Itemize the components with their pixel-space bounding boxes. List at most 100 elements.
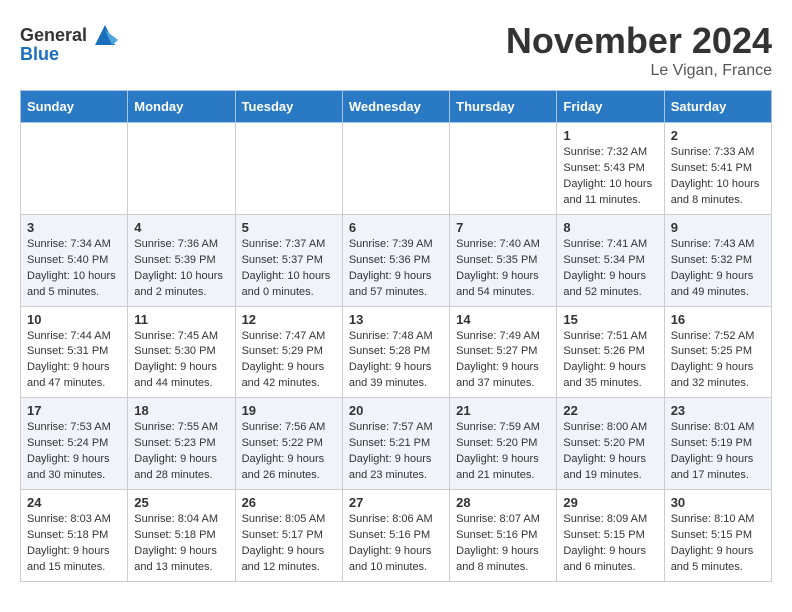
day-number: 5 bbox=[242, 220, 336, 235]
day-info: Sunrise: 7:51 AM Sunset: 5:26 PM Dayligh… bbox=[563, 329, 657, 393]
calendar-week-row: 17Sunrise: 7:53 AM Sunset: 5:24 PM Dayli… bbox=[21, 398, 772, 490]
calendar-day-cell: 25Sunrise: 8:04 AM Sunset: 5:18 PM Dayli… bbox=[128, 490, 235, 582]
calendar-day-cell: 26Sunrise: 8:05 AM Sunset: 5:17 PM Dayli… bbox=[235, 490, 342, 582]
day-number: 16 bbox=[671, 312, 765, 327]
day-info: Sunrise: 7:56 AM Sunset: 5:22 PM Dayligh… bbox=[242, 420, 336, 484]
day-number: 7 bbox=[456, 220, 550, 235]
day-info: Sunrise: 7:59 AM Sunset: 5:20 PM Dayligh… bbox=[456, 420, 550, 484]
calendar-day-cell: 15 Sunrise: 7:51 AM Sunset: 5:26 PM Dayli… bbox=[557, 306, 664, 398]
calendar-day-cell: 18 Sunrise: 7:55 AM Sunset: 5:23 PM Dayli… bbox=[128, 398, 235, 490]
calendar-day-cell: 2Sunrise: 7:33 AM Sunset: 5:41 PM Daylig… bbox=[664, 123, 771, 215]
calendar-day-cell: 12 Sunrise: 7:47 AM Sunset: 5:29 PM Dayli… bbox=[235, 306, 342, 398]
weekday-header-cell: Wednesday bbox=[342, 91, 449, 123]
day-number: 3 bbox=[27, 220, 121, 235]
day-number: 11 bbox=[134, 312, 228, 327]
day-info: Sunrise: 7:32 AM Sunset: 5:43 PM Dayligh… bbox=[563, 145, 657, 209]
day-number: 20 bbox=[349, 403, 443, 418]
calendar-day-cell: 3 Sunrise: 7:34 AM Sunset: 5:40 PM Daylig… bbox=[21, 214, 128, 306]
day-info: Sunrise: 8:01 AM Sunset: 5:19 PM Dayligh… bbox=[671, 420, 765, 484]
day-info: Sunrise: 8:06 AM Sunset: 5:16 PM Dayligh… bbox=[349, 512, 443, 576]
calendar-day-cell: 9 Sunrise: 7:43 AM Sunset: 5:32 PM Daylig… bbox=[664, 214, 771, 306]
day-number: 6 bbox=[349, 220, 443, 235]
day-number: 1 bbox=[563, 128, 657, 143]
day-number: 14 bbox=[456, 312, 550, 327]
calendar-day-cell: 8 Sunrise: 7:41 AM Sunset: 5:34 PM Daylig… bbox=[557, 214, 664, 306]
calendar-table: SundayMondayTuesdayWednesdayThursdayFrid… bbox=[20, 90, 772, 582]
day-number: 15 bbox=[563, 312, 657, 327]
day-info: Sunrise: 8:00 AM Sunset: 5:20 PM Dayligh… bbox=[563, 420, 657, 484]
calendar-week-row: 24 Sunrise: 8:03 AM Sunset: 5:18 PM Dayli… bbox=[21, 490, 772, 582]
calendar-day-cell: 13 Sunrise: 7:48 AM Sunset: 5:28 PM Dayli… bbox=[342, 306, 449, 398]
weekday-header-cell: Tuesday bbox=[235, 91, 342, 123]
calendar-day-cell: 1 Sunrise: 7:32 AM Sunset: 5:43 PM Daylig… bbox=[557, 123, 664, 215]
weekday-header-cell: Saturday bbox=[664, 91, 771, 123]
day-number: 9 bbox=[671, 220, 765, 235]
day-number: 18 bbox=[134, 403, 228, 418]
day-number: 24 bbox=[27, 495, 121, 510]
calendar-header: SundayMondayTuesdayWednesdayThursdayFrid… bbox=[21, 91, 772, 123]
weekday-header-cell: Monday bbox=[128, 91, 235, 123]
day-info: Sunrise: 7:45 AM Sunset: 5:30 PM Dayligh… bbox=[134, 329, 228, 393]
day-number: 27 bbox=[349, 495, 443, 510]
day-number: 25 bbox=[134, 495, 228, 510]
calendar-day-cell bbox=[450, 123, 557, 215]
day-number: 23 bbox=[671, 403, 765, 418]
day-number: 10 bbox=[27, 312, 121, 327]
day-number: 13 bbox=[349, 312, 443, 327]
calendar-day-cell bbox=[128, 123, 235, 215]
day-info: Sunrise: 7:48 AM Sunset: 5:28 PM Dayligh… bbox=[349, 329, 443, 393]
day-info: Sunrise: 7:57 AM Sunset: 5:21 PM Dayligh… bbox=[349, 420, 443, 484]
day-number: 17 bbox=[27, 403, 121, 418]
day-info: Sunrise: 7:36 AM Sunset: 5:39 PM Dayligh… bbox=[134, 237, 228, 301]
calendar-week-row: 3 Sunrise: 7:34 AM Sunset: 5:40 PM Daylig… bbox=[21, 214, 772, 306]
day-number: 8 bbox=[563, 220, 657, 235]
day-info: Sunrise: 7:55 AM Sunset: 5:23 PM Dayligh… bbox=[134, 420, 228, 484]
day-info: Sunrise: 7:52 AM Sunset: 5:25 PM Dayligh… bbox=[671, 329, 765, 393]
day-number: 21 bbox=[456, 403, 550, 418]
calendar-day-cell: 17Sunrise: 7:53 AM Sunset: 5:24 PM Dayli… bbox=[21, 398, 128, 490]
day-info: Sunrise: 7:44 AM Sunset: 5:31 PM Dayligh… bbox=[27, 329, 121, 393]
calendar-day-cell: 11 Sunrise: 7:45 AM Sunset: 5:30 PM Dayli… bbox=[128, 306, 235, 398]
day-info: Sunrise: 7:39 AM Sunset: 5:36 PM Dayligh… bbox=[349, 237, 443, 301]
month-title: November 2024 bbox=[506, 20, 772, 62]
day-number: 30 bbox=[671, 495, 765, 510]
title-area: November 2024 Le Vigan, France bbox=[506, 20, 772, 80]
day-number: 28 bbox=[456, 495, 550, 510]
day-number: 12 bbox=[242, 312, 336, 327]
calendar-day-cell: 5 Sunrise: 7:37 AM Sunset: 5:37 PM Daylig… bbox=[235, 214, 342, 306]
calendar-day-cell: 27 Sunrise: 8:06 AM Sunset: 5:16 PM Dayli… bbox=[342, 490, 449, 582]
day-info: Sunrise: 7:33 AM Sunset: 5:41 PM Dayligh… bbox=[671, 145, 765, 209]
calendar-day-cell bbox=[342, 123, 449, 215]
day-number: 29 bbox=[563, 495, 657, 510]
calendar-day-cell: 10 Sunrise: 7:44 AM Sunset: 5:31 PM Dayli… bbox=[21, 306, 128, 398]
calendar-day-cell: 22 Sunrise: 8:00 AM Sunset: 5:20 PM Dayli… bbox=[557, 398, 664, 490]
day-info: Sunrise: 7:37 AM Sunset: 5:37 PM Dayligh… bbox=[242, 237, 336, 301]
calendar-day-cell: 30 Sunrise: 8:10 AM Sunset: 5:15 PM Dayli… bbox=[664, 490, 771, 582]
day-info: Sunrise: 8:03 AM Sunset: 5:18 PM Dayligh… bbox=[27, 512, 121, 576]
day-info: Sunrise: 7:40 AM Sunset: 5:35 PM Dayligh… bbox=[456, 237, 550, 301]
calendar-week-row: 10 Sunrise: 7:44 AM Sunset: 5:31 PM Dayli… bbox=[21, 306, 772, 398]
calendar-day-cell: 19Sunrise: 7:56 AM Sunset: 5:22 PM Dayli… bbox=[235, 398, 342, 490]
calendar-day-cell: 4 Sunrise: 7:36 AM Sunset: 5:39 PM Daylig… bbox=[128, 214, 235, 306]
day-info: Sunrise: 7:47 AM Sunset: 5:29 PM Dayligh… bbox=[242, 329, 336, 393]
day-info: Sunrise: 7:43 AM Sunset: 5:32 PM Dayligh… bbox=[671, 237, 765, 301]
logo-icon bbox=[90, 20, 120, 50]
day-number: 22 bbox=[563, 403, 657, 418]
calendar-day-cell: 28 Sunrise: 8:07 AM Sunset: 5:16 PM Dayli… bbox=[450, 490, 557, 582]
calendar-day-cell: 23 Sunrise: 8:01 AM Sunset: 5:19 PM Dayli… bbox=[664, 398, 771, 490]
calendar-day-cell: 21 Sunrise: 7:59 AM Sunset: 5:20 PM Dayli… bbox=[450, 398, 557, 490]
calendar-day-cell: 16 Sunrise: 7:52 AM Sunset: 5:25 PM Dayli… bbox=[664, 306, 771, 398]
day-info: Sunrise: 7:41 AM Sunset: 5:34 PM Dayligh… bbox=[563, 237, 657, 301]
logo-blue-text: Blue bbox=[20, 44, 59, 65]
logo-general-text: General bbox=[20, 25, 87, 46]
day-info: Sunrise: 8:05 AM Sunset: 5:17 PM Dayligh… bbox=[242, 512, 336, 576]
day-number: 4 bbox=[134, 220, 228, 235]
day-info: Sunrise: 7:34 AM Sunset: 5:40 PM Dayligh… bbox=[27, 237, 121, 301]
day-info: Sunrise: 8:10 AM Sunset: 5:15 PM Dayligh… bbox=[671, 512, 765, 576]
weekday-header-cell: Thursday bbox=[450, 91, 557, 123]
calendar-day-cell bbox=[235, 123, 342, 215]
calendar-day-cell: 29Sunrise: 8:09 AM Sunset: 5:15 PM Dayli… bbox=[557, 490, 664, 582]
day-info: Sunrise: 7:49 AM Sunset: 5:27 PM Dayligh… bbox=[456, 329, 550, 393]
logo: General Blue bbox=[20, 20, 120, 65]
day-info: Sunrise: 8:07 AM Sunset: 5:16 PM Dayligh… bbox=[456, 512, 550, 576]
